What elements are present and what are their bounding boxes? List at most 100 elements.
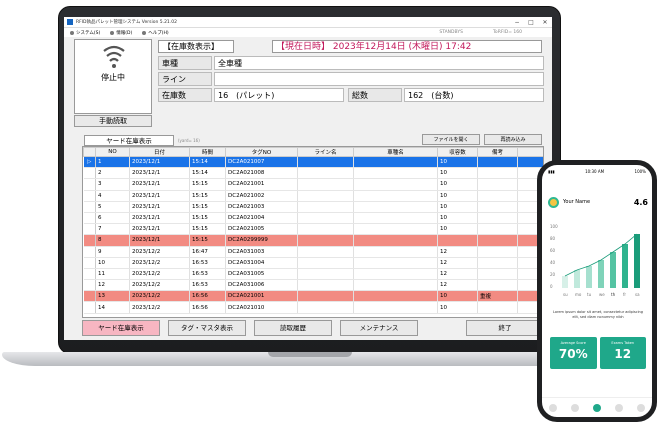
exit-button[interactable]: 終了 xyxy=(466,320,544,336)
table-row[interactable]: 10 2023/12/2 16:53 DC2A031004 12 xyxy=(83,257,543,269)
menu-help[interactable]: ヘルプ(H) xyxy=(142,30,169,36)
info-icon xyxy=(110,30,115,35)
average-score-card[interactable]: Average Score 70% xyxy=(550,337,597,369)
phone-nav xyxy=(542,397,652,417)
line-label: ライン xyxy=(158,72,212,86)
cell-tag: DC2A021007 xyxy=(225,156,298,169)
cell-time: 15:14 xyxy=(189,156,226,169)
yard-hint: (yard= 16) xyxy=(178,138,200,143)
cell-vehicle xyxy=(353,223,438,236)
yard-stock-tab[interactable]: ヤード在庫表示 xyxy=(84,135,174,146)
nav-alert-icon[interactable] xyxy=(571,403,579,412)
cell-no: 7 xyxy=(95,223,130,236)
nav-settings-icon[interactable] xyxy=(615,403,623,412)
menu-info[interactable]: 情報(D) xyxy=(110,30,132,36)
line-select[interactable] xyxy=(214,72,544,86)
user-score: 4.6 xyxy=(633,197,648,207)
y-tick-60: 60 xyxy=(550,248,556,253)
table-row[interactable]: 2 2023/12/1 15:14 DC2A021008 10 xyxy=(83,167,543,180)
col-no[interactable]: NO xyxy=(95,147,130,157)
card-title: Average Score xyxy=(560,341,586,345)
table-row[interactable]: 9 2023/12/2 16:47 DC2A031003 12 xyxy=(83,246,543,258)
table-row[interactable]: 14 2023/12/2 16:56 DC2A021010 10 xyxy=(83,301,543,314)
menu-system[interactable]: システム(S) xyxy=(70,30,100,36)
menu-system-label: システム(S) xyxy=(76,30,101,36)
menu-status: STANDBYS xyxy=(439,30,463,35)
cell-line xyxy=(297,290,354,303)
col-tag[interactable]: タグNO xyxy=(225,147,298,157)
maintenance-button[interactable]: メンテナンス xyxy=(340,320,418,336)
y-tick-100: 100 xyxy=(550,224,558,229)
table-header: NO 日付 時間 タグNO ライン名 車種名 収容数 備考 xyxy=(83,147,543,157)
close-button[interactable]: ✕ xyxy=(538,19,552,26)
tag-master-button[interactable]: タグ・マスタ表示 xyxy=(168,320,246,336)
cell-vehicle xyxy=(353,156,438,169)
table-row[interactable]: 13 2023/12/2 16:56 DC2A021001 10 重複 xyxy=(83,290,543,303)
cell-qty: 10 xyxy=(437,223,478,236)
user-name: Your Name xyxy=(563,199,591,205)
exams-taken-card[interactable]: Exams Taken 12 xyxy=(599,337,646,369)
open-file-button[interactable]: ファイルを開く xyxy=(422,134,480,145)
table-row[interactable]: 4 2023/12/1 15:15 DC2A021002 10 xyxy=(83,190,543,202)
table-row[interactable]: 7 2023/12/1 15:15 DC2A021005 10 xyxy=(83,223,543,236)
signal-icon: ▮▮▮ xyxy=(548,168,555,174)
cell-no: 4 xyxy=(95,190,130,202)
battery-level: 100% xyxy=(634,168,646,174)
col-date[interactable]: 日付 xyxy=(129,147,190,157)
table-row[interactable]: ▷ 1 2023/12/1 15:14 DC2A021007 10 xyxy=(83,156,543,169)
cell-note xyxy=(477,156,518,169)
cell-tag: DC2A021001 xyxy=(225,290,298,303)
marker xyxy=(83,178,96,191)
phone-time: 10:30 AM xyxy=(585,168,605,174)
table-row[interactable]: 11 2023/12/2 16:53 DC2A031005 12 xyxy=(83,268,543,281)
day-label: mo xyxy=(575,292,582,297)
day-label: tu xyxy=(587,292,592,297)
card-value: 70% xyxy=(558,347,588,361)
vehicle-select[interactable]: 全車種 xyxy=(214,56,544,70)
cell-qty: 10 xyxy=(437,301,478,314)
avatar[interactable] xyxy=(548,196,559,208)
day-label: fr xyxy=(623,292,626,297)
cell-tag: DC2A021004 xyxy=(225,212,298,225)
cell-note xyxy=(477,223,518,236)
cell-note xyxy=(477,234,518,247)
read-history-button[interactable]: 読取履歴 xyxy=(254,320,332,336)
cell-note xyxy=(477,246,518,258)
cell-line xyxy=(297,201,354,213)
cell-qty: 10 xyxy=(437,290,478,303)
col-line[interactable]: ライン名 xyxy=(297,147,354,157)
table-row[interactable]: 12 2023/12/2 16:53 DC2A031006 12 xyxy=(83,279,543,292)
reload-button[interactable]: 再読み込み xyxy=(484,134,542,145)
table-row[interactable]: 5 2023/12/1 15:15 DC2A021003 10 xyxy=(83,201,543,213)
table-row[interactable]: 3 2023/12/1 15:15 DC2A021001 10 xyxy=(83,178,543,191)
yard-stock-button[interactable]: ヤード在庫表示 xyxy=(82,320,160,336)
col-note[interactable]: 備考 xyxy=(477,147,518,157)
col-qty[interactable]: 収容数 xyxy=(437,147,478,157)
chart-bar xyxy=(574,270,580,288)
app-icon xyxy=(67,19,73,25)
cell-no: 6 xyxy=(95,212,130,225)
y-tick-40: 40 xyxy=(550,260,556,265)
cell-vehicle xyxy=(353,167,438,180)
laptop-notch xyxy=(268,352,352,357)
current-datetime: 【現在日時】 2023年12月14日 (木曜日) 17:42 xyxy=(272,40,542,53)
col-extra xyxy=(517,147,543,157)
cell-qty: 10 xyxy=(437,190,478,202)
phone-status-bar: ▮▮▮ 10:30 AM 100% xyxy=(542,165,652,177)
col-vehicle[interactable]: 車種名 xyxy=(353,147,438,157)
table-row[interactable]: 6 2023/12/1 15:15 DC2A021004 10 xyxy=(83,212,543,225)
cell-no: 5 xyxy=(95,201,130,213)
nav-menu-icon[interactable] xyxy=(637,403,645,412)
cell-line xyxy=(297,167,354,180)
nav-home-icon[interactable] xyxy=(549,403,557,412)
table-row[interactable]: 8 2023/12/1 15:15 DC2A0299999 xyxy=(83,234,543,247)
minimize-button[interactable]: − xyxy=(510,19,524,26)
nav-profile-icon[interactable] xyxy=(593,403,601,412)
cell-vehicle xyxy=(353,290,438,303)
chart-bar xyxy=(598,260,604,288)
cell-line xyxy=(297,268,354,281)
cell-qty: 10 xyxy=(437,178,478,191)
manual-read-button[interactable]: 手動読取 xyxy=(74,115,152,127)
col-time[interactable]: 時間 xyxy=(189,147,226,157)
maximize-button[interactable]: □ xyxy=(524,19,538,26)
